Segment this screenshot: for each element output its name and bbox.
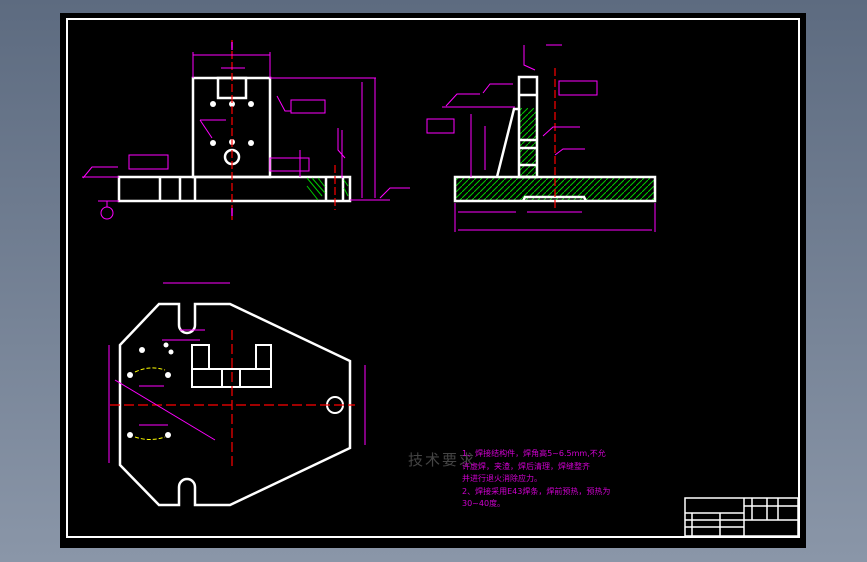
side-view	[426, 44, 657, 232]
cad-drawing	[66, 18, 800, 538]
front-view	[82, 40, 410, 220]
requirement-line: 2、焊接采用E43焊条，焊前预热，预热为	[462, 486, 611, 496]
top-view	[108, 282, 366, 507]
requirement-line: 并进行退火消除应力。	[462, 474, 542, 483]
title-block	[684, 497, 799, 537]
requirement-line: 1、焊接结构件，焊角高5~6.5mm,不允许虚焊，夹渣，焊后清理，焊缝整齐	[462, 449, 606, 471]
requirement-line: 30~40度。	[462, 499, 506, 508]
technical-requirements: 1、焊接结构件，焊角高5~6.5mm,不允许虚焊，夹渣，焊后清理，焊缝整齐 并进…	[462, 448, 612, 511]
